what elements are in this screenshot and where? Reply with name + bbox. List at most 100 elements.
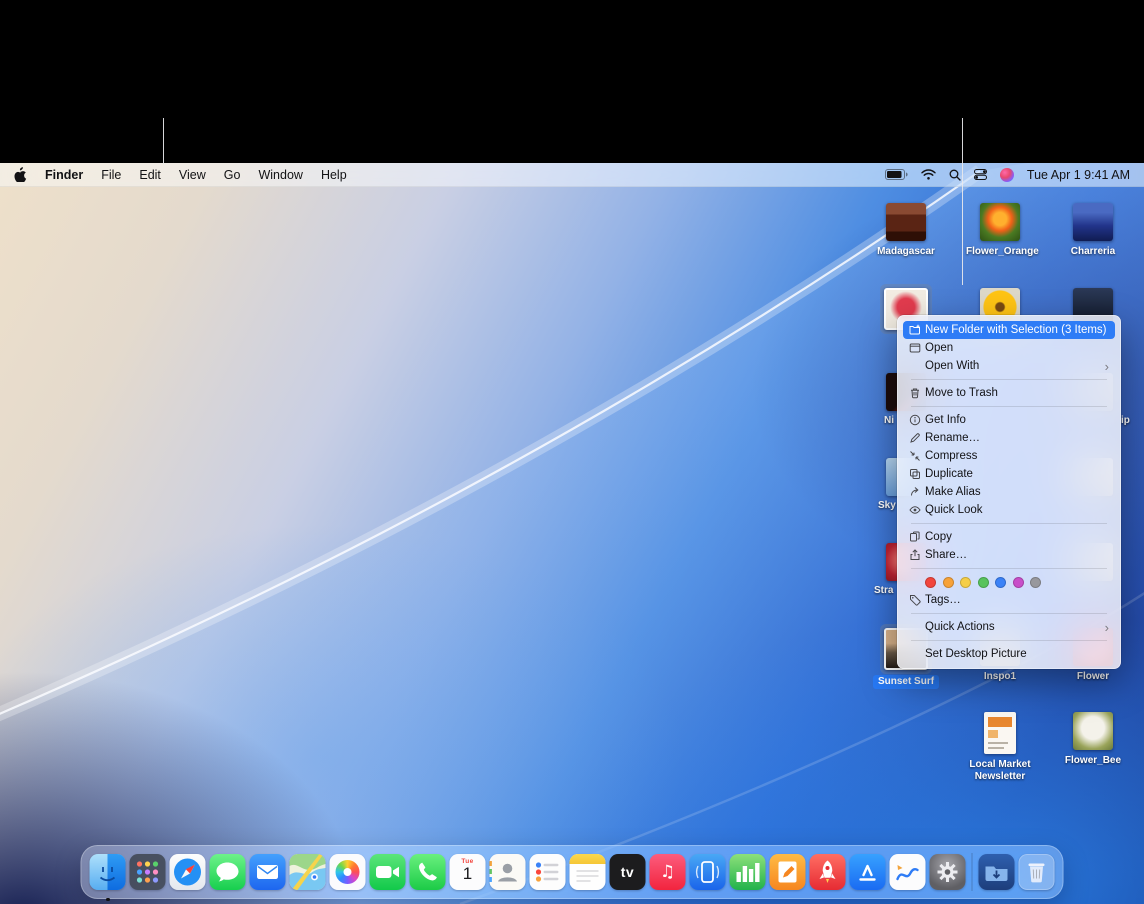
menu-bar-clock[interactable]: Tue Apr 1 9:41 AM — [1027, 168, 1130, 182]
dock-safari-icon[interactable] — [170, 854, 206, 890]
menu-finder[interactable]: Finder — [45, 168, 83, 182]
tag-color-purple[interactable] — [1013, 577, 1024, 588]
callout-line-right — [962, 118, 963, 285]
menu-item-label: Get Info — [925, 414, 966, 426]
dock-music-icon[interactable]: ♫ — [650, 854, 686, 890]
menu-item-compress[interactable]: Compress — [903, 447, 1115, 465]
menu-item-icon-empty — [909, 621, 925, 633]
tag-color-gray[interactable] — [1030, 577, 1041, 588]
menu-item-duplicate[interactable]: Duplicate — [903, 465, 1115, 483]
apple-menu-icon[interactable] — [14, 167, 27, 182]
callout-line-left — [163, 118, 164, 164]
menu-item-label: Compress — [925, 450, 977, 462]
menu-separator — [911, 568, 1107, 569]
dock-finder-icon[interactable] — [90, 854, 126, 890]
menu-item-share[interactable]: Share… — [903, 546, 1115, 564]
dock-downloads-folder-icon[interactable] — [979, 854, 1015, 890]
thumbnail-flower-bee — [1073, 712, 1113, 750]
dock-app-store-icon[interactable] — [850, 854, 886, 890]
siri-icon[interactable] — [1000, 168, 1014, 182]
menu-item-open-with[interactable]: Open With› — [903, 357, 1115, 375]
menu-item-copy[interactable]: Copy — [903, 528, 1115, 546]
dock-apple-tv-icon[interactable]: tv — [610, 854, 646, 890]
dock-messages-icon[interactable] — [210, 854, 246, 890]
dock: Tue1 tv♫ — [81, 845, 1064, 899]
tag-color-orange[interactable] — [943, 577, 954, 588]
submenu-chevron-icon: › — [1105, 360, 1109, 373]
desktop-icon-label: Charreria — [1071, 246, 1115, 258]
desktop-icon-local-market-newsletter[interactable]: Local Market Newsletter — [965, 712, 1035, 783]
desktop-icon-flower-orange[interactable]: Flower_Orange — [965, 203, 1035, 258]
dock-system-settings-icon[interactable] — [930, 854, 966, 890]
dock-numbers-icon[interactable] — [730, 854, 766, 890]
desktop-icon-label: Sunset Surf — [873, 675, 939, 689]
desktop-icon-charreria[interactable]: Charreria — [1058, 203, 1128, 258]
desktop-icon-madagascar[interactable]: Madagascar — [871, 203, 941, 258]
menu-bar: Finder File Edit View Go Window Help — [0, 163, 1144, 187]
dock-pages-icon[interactable] — [770, 854, 806, 890]
battery-icon[interactable] — [885, 169, 908, 180]
menu-item-rename[interactable]: Rename… — [903, 429, 1115, 447]
menu-item-tags[interactable]: Tags… — [903, 591, 1115, 609]
dock-phone-icon[interactable] — [410, 854, 446, 890]
menu-item-make-alias[interactable]: Make Alias — [903, 483, 1115, 501]
dock-mail-icon[interactable] — [250, 854, 286, 890]
menu-item-quick-look[interactable]: Quick Look — [903, 501, 1115, 519]
menu-separator — [911, 613, 1107, 614]
dock-calendar-icon[interactable]: Tue1 — [450, 854, 486, 890]
menu-separator — [911, 640, 1107, 641]
menu-item-get-info[interactable]: Get Info — [903, 411, 1115, 429]
dock-contacts-icon[interactable] — [490, 854, 526, 890]
dock-facetime-icon[interactable] — [370, 854, 406, 890]
menu-file[interactable]: File — [101, 168, 121, 182]
control-center-icon[interactable] — [974, 169, 987, 180]
new-folder-icon — [909, 324, 925, 336]
dock-launchpad-icon[interactable] — [130, 854, 166, 890]
desktop-icon-flower-bee[interactable]: Flower_Bee — [1058, 712, 1128, 767]
menu-item-move-to-trash[interactable]: Move to Trash — [903, 384, 1115, 402]
menu-item-quick-actions[interactable]: Quick Actions› — [903, 618, 1115, 636]
tag-color-green[interactable] — [978, 577, 989, 588]
dock-photos-icon[interactable] — [330, 854, 366, 890]
desktop-icon-label-fragment: Sky — [878, 500, 896, 511]
menu-separator — [911, 379, 1107, 380]
tag-colors-row — [903, 573, 1115, 591]
tag-color-red[interactable] — [925, 577, 936, 588]
desktop-icon-label: Madagascar — [877, 246, 935, 258]
info-icon — [909, 414, 925, 426]
menu-help[interactable]: Help — [321, 168, 347, 182]
menu-item-label: Copy — [925, 531, 952, 543]
menu-item-label: Tags… — [925, 594, 961, 606]
dock-maps-icon[interactable] — [290, 854, 326, 890]
menu-item-label: Share… — [925, 549, 967, 561]
menu-item-open[interactable]: Open — [903, 339, 1115, 357]
dock-iphone-mirroring-icon[interactable] — [690, 854, 726, 890]
thumbnail-newsletter — [984, 712, 1016, 754]
calendar-day: 1 — [450, 864, 486, 884]
menu-go[interactable]: Go — [224, 168, 241, 182]
menu-item-new-folder-with-selection-3-items[interactable]: New Folder with Selection (3 Items) — [903, 321, 1115, 339]
screen: Finder File Edit View Go Window Help — [0, 0, 1144, 904]
alias-icon — [909, 486, 925, 498]
menu-edit[interactable]: Edit — [139, 168, 161, 182]
top-letterbox — [0, 0, 1144, 163]
desktop-icon-label-fragment: Stra — [874, 585, 893, 596]
tags-icon — [909, 594, 925, 606]
menu-view[interactable]: View — [179, 168, 206, 182]
dock-freeform-icon[interactable] — [890, 854, 926, 890]
menu-item-label: Quick Look — [925, 504, 983, 516]
wifi-icon[interactable] — [921, 169, 936, 180]
menu-item-label: Set Desktop Picture — [925, 648, 1027, 660]
thumbnail-madagascar — [886, 203, 926, 241]
desktop-icon-label: Inspo1 — [984, 671, 1016, 683]
search-icon[interactable] — [949, 169, 961, 181]
dock-trash-icon[interactable] — [1019, 854, 1055, 890]
dock-reminders-icon[interactable] — [530, 854, 566, 890]
menu-item-set-desktop-picture[interactable]: Set Desktop Picture — [903, 645, 1115, 663]
dock-notes-icon[interactable] — [570, 854, 606, 890]
tag-color-yellow[interactable] — [960, 577, 971, 588]
finder-running-indicator — [106, 898, 110, 901]
menu-window[interactable]: Window — [258, 168, 302, 182]
tag-color-blue[interactable] — [995, 577, 1006, 588]
dock-rocket-app-icon[interactable] — [810, 854, 846, 890]
